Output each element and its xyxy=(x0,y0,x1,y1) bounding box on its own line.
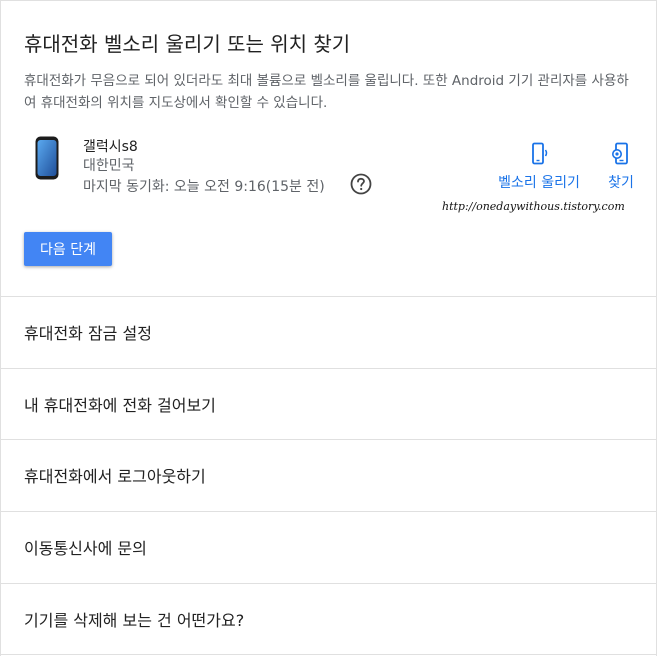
find-phone-button[interactable]: 찾기 xyxy=(599,142,643,192)
bottom-divider xyxy=(1,654,656,655)
ring-or-locate-section: 휴대전화 벨소리 울리기 또는 위치 찾기 휴대전화가 무음으로 되어 있더라도… xyxy=(1,0,657,296)
option-erase-device[interactable]: 기기를 삭제해 보는 건 어떤가요? xyxy=(1,583,656,654)
ring-phone-label: 벨소리 울리기 xyxy=(498,175,580,191)
find-phone-page: 휴대전화 벨소리 울리기 또는 위치 찾기 휴대전화가 무음으로 되어 있더라도… xyxy=(0,0,657,656)
option-contact-carrier[interactable]: 이동통신사에 문의 xyxy=(1,511,656,582)
blog-watermark: http://onedaywithous.tistory.com xyxy=(442,200,625,213)
option-call-phone[interactable]: 내 휴대전화에 전화 걸어보기 xyxy=(1,368,656,439)
last-sync-text: 마지막 동기화: 오늘 오전 9:16(15분 전) xyxy=(83,179,325,195)
phone-device-icon xyxy=(35,136,59,180)
device-country: 대한민국 xyxy=(83,158,135,174)
find-phone-label: 찾기 xyxy=(608,175,634,191)
option-sign-out[interactable]: 휴대전화에서 로그아웃하기 xyxy=(1,439,656,510)
option-lock-phone[interactable]: 휴대전화 잠금 설정 xyxy=(1,296,656,367)
locate-phone-icon xyxy=(612,142,628,165)
help-icon[interactable] xyxy=(350,173,372,195)
section-description: 휴대전화가 무음으로 되어 있더라도 최대 볼륨으로 벨소리를 울립니다. 또한… xyxy=(24,73,629,111)
ring-phone-button[interactable]: 벨소리 울리기 xyxy=(489,142,589,192)
device-name: 갤럭시s8 xyxy=(83,139,138,155)
section-title: 휴대전화 벨소리 울리기 또는 위치 찾기 xyxy=(24,32,351,56)
next-step-button[interactable]: 다음 단계 xyxy=(24,232,112,266)
ring-phone-icon xyxy=(532,142,548,165)
